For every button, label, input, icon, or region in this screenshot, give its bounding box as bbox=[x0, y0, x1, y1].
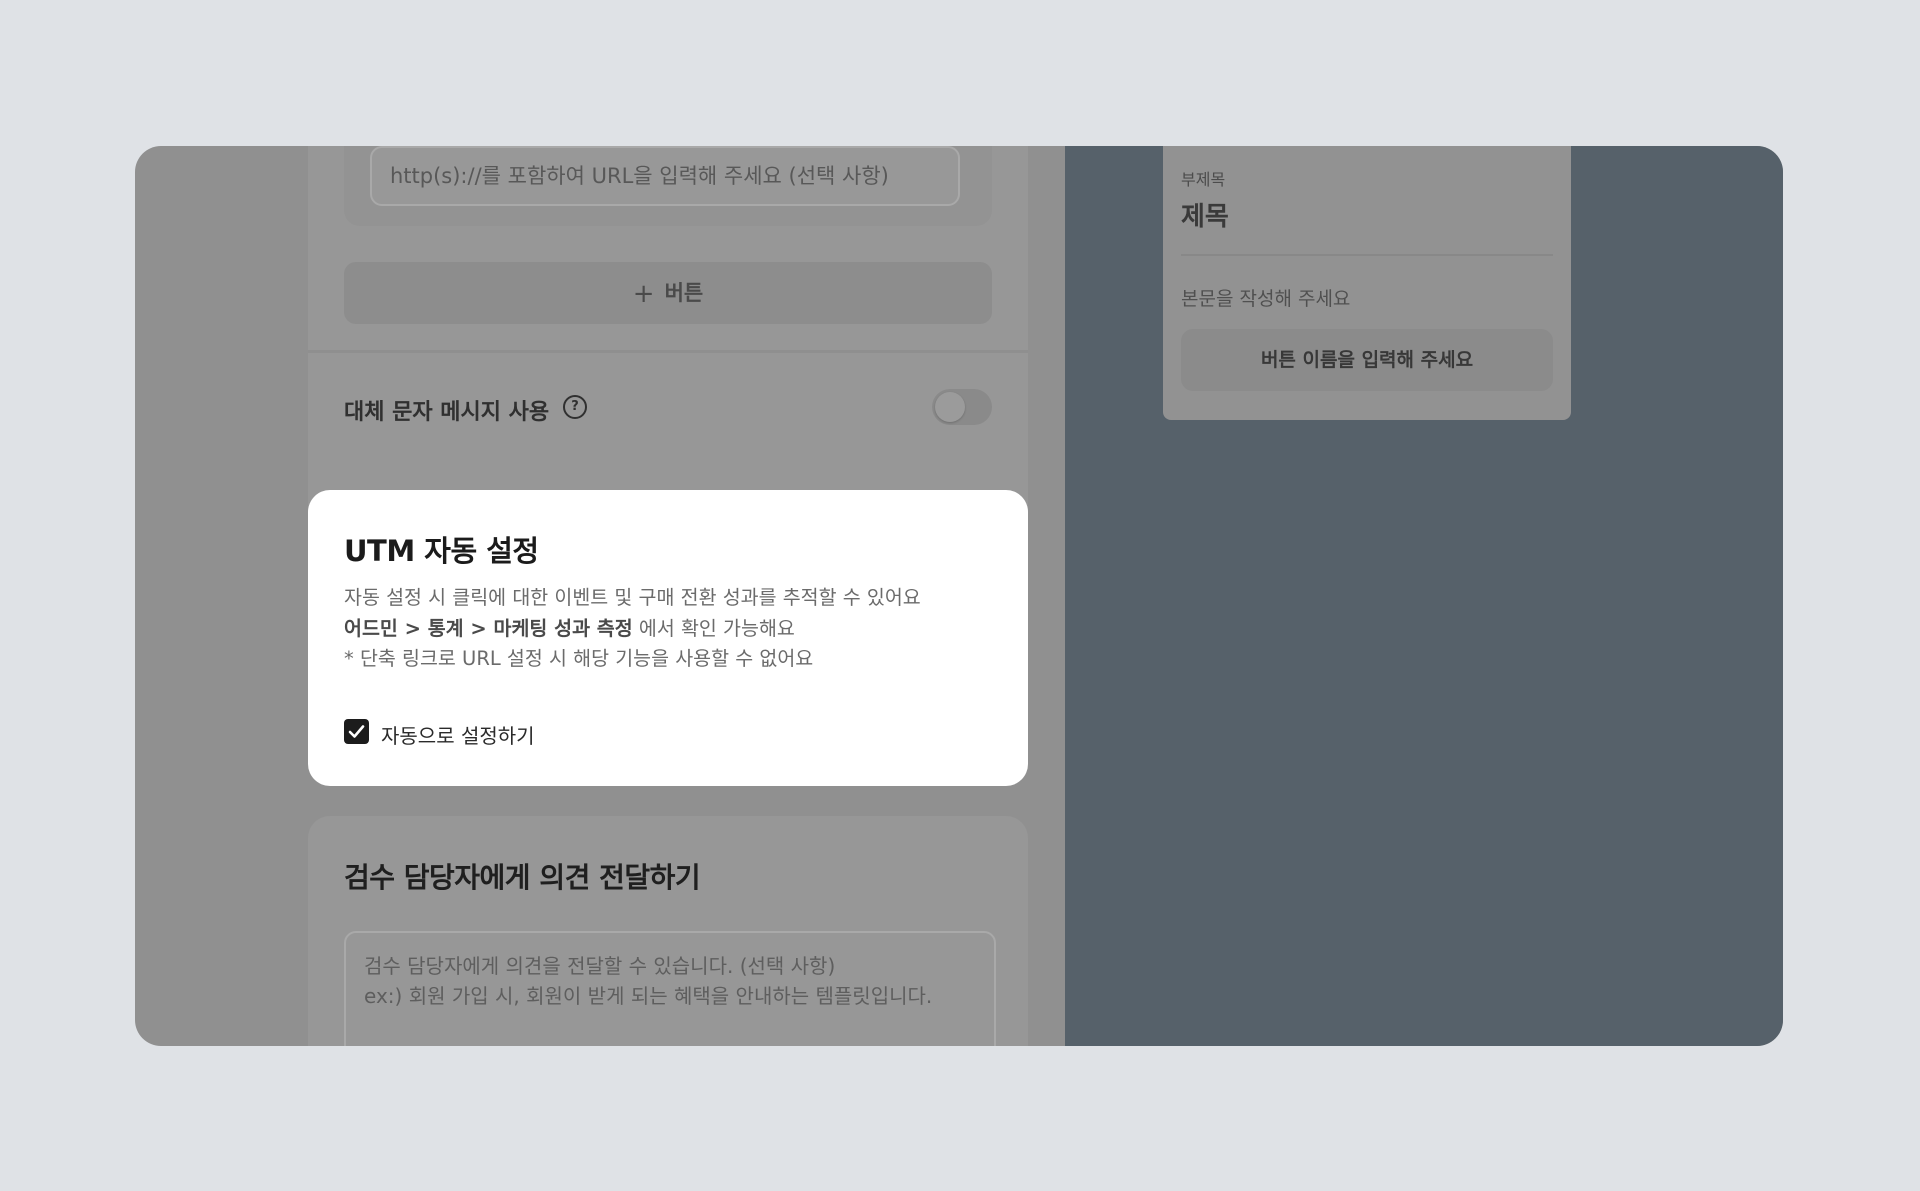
add-button-label: 버튼 bbox=[664, 281, 704, 305]
preview-subtitle: 부제목 bbox=[1181, 170, 1226, 189]
review-comment-card: 검수 담당자에게 의견 전달하기 검수 담당자에게 의견을 전달할 수 있습니다… bbox=[308, 816, 1028, 1046]
utm-desc-line-3: * 단축 링크로 URL 설정 시 해당 기능을 사용할 수 없어요 bbox=[344, 647, 814, 670]
auto-setting-checkbox[interactable] bbox=[344, 719, 369, 744]
utm-settings-card: UTM 자동 설정 자동 설정 시 클릭에 대한 이벤트 및 구매 전환 성과를… bbox=[308, 490, 1028, 786]
review-comment-textarea[interactable]: 검수 담당자에게 의견을 전달할 수 있습니다. (선택 사항) ex:) 회원… bbox=[344, 931, 996, 1046]
add-button[interactable]: + 버튼 bbox=[344, 262, 992, 324]
utm-title: UTM 자동 설정 bbox=[344, 534, 539, 568]
preview-body: 본문을 작성해 주세요 bbox=[1181, 288, 1351, 310]
check-icon bbox=[348, 725, 365, 738]
preview-divider bbox=[1181, 254, 1553, 256]
utm-desc-line-2-rest: 에서 확인 가능해요 bbox=[632, 616, 795, 640]
modal-frame: http(s)://를 포함하여 URL을 입력해 주세요 (선택 사항) + 버… bbox=[135, 146, 1783, 1046]
utm-description: 자동 설정 시 클릭에 대한 이벤트 및 구매 전환 성과를 추적할 수 있어요… bbox=[344, 583, 1004, 675]
utm-desc-line-2: 어드민 > 통계 > 마케팅 성과 측정 에서 확인 가능해요 bbox=[344, 614, 1004, 645]
message-preview-card: 부제목 제목 본문을 작성해 주세요 버튼 이름을 입력해 주세요 bbox=[1163, 146, 1571, 420]
fallback-sms-toggle[interactable] bbox=[932, 389, 992, 425]
review-placeholder-line-2: ex:) 회원 가입 시, 회원이 받게 되는 혜택을 안내하는 템플릿입니다. bbox=[364, 984, 933, 1008]
preview-title: 제목 bbox=[1181, 202, 1229, 232]
help-icon[interactable]: ? bbox=[563, 395, 587, 419]
review-title: 검수 담당자에게 의견 전달하기 bbox=[344, 861, 701, 894]
utm-desc-line-1: 자동 설정 시 클릭에 대한 이벤트 및 구매 전환 성과를 추적할 수 있어요 bbox=[344, 586, 921, 609]
utm-desc-path: 어드민 > 통계 > 마케팅 성과 측정 bbox=[344, 616, 633, 640]
url-input[interactable]: http(s)://를 포함하여 URL을 입력해 주세요 (선택 사항) bbox=[370, 146, 960, 206]
fallback-sms-row: 대체 문자 메시지 사용 ? bbox=[344, 356, 992, 464]
url-section: http(s)://를 포함하여 URL을 입력해 주세요 (선택 사항) bbox=[344, 146, 992, 226]
divider bbox=[308, 350, 1028, 353]
preview-button: 버튼 이름을 입력해 주세요 bbox=[1181, 329, 1553, 391]
plus-icon: + bbox=[632, 279, 655, 309]
auto-setting-label: 자동으로 설정하기 bbox=[381, 724, 535, 748]
fallback-sms-label: 대체 문자 메시지 사용 bbox=[344, 400, 550, 425]
review-placeholder-line-1: 검수 담당자에게 의견을 전달할 수 있습니다. (선택 사항) bbox=[364, 954, 836, 978]
